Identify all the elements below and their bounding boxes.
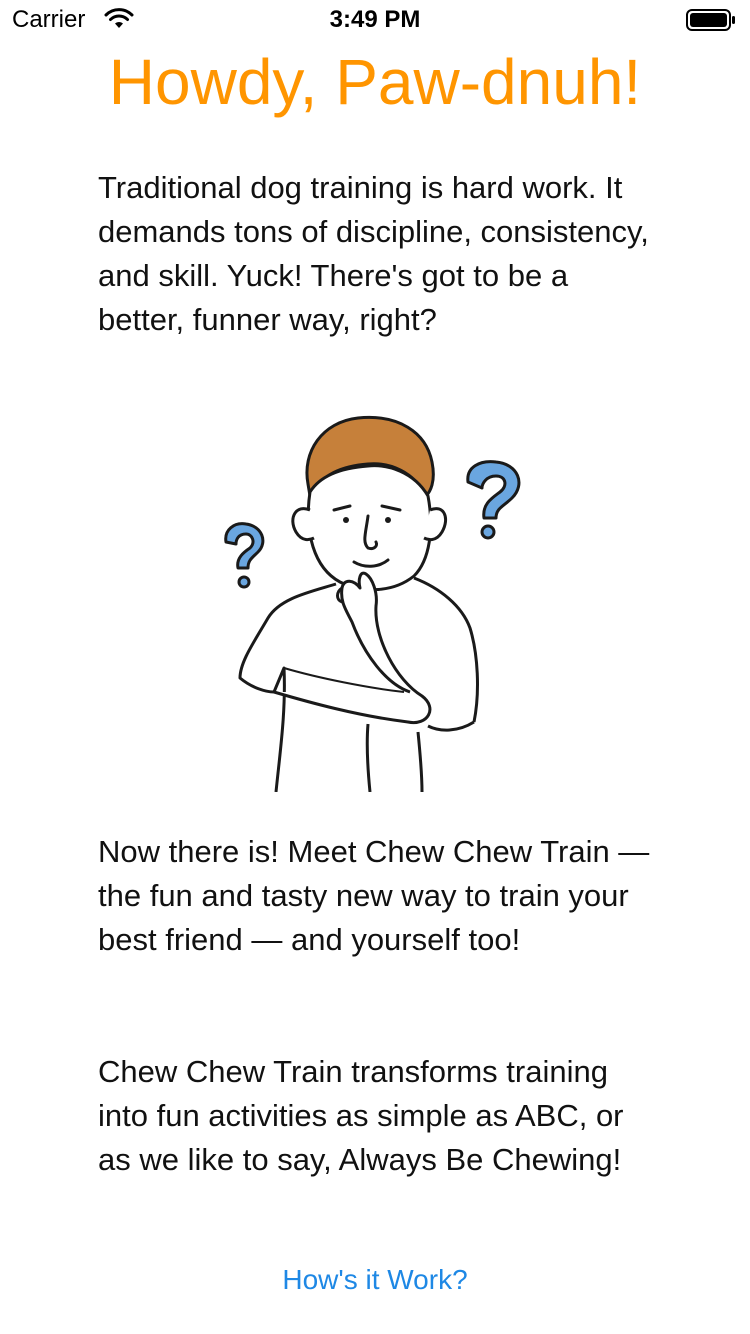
transforms-paragraph: Chew Chew Train transforms training into…: [98, 1054, 624, 1177]
screen: Carrier 3:49 PM Howdy, Paw-dnuh! Traditi…: [0, 0, 750, 1334]
hows-it-work-button[interactable]: How's it Work?: [0, 1258, 750, 1302]
meet-paragraph: Now there is! Meet Chew Chew Train — the…: [98, 834, 650, 957]
question-mark-icon: [224, 522, 265, 589]
question-mark-icon: [466, 460, 521, 540]
content-scroll-view[interactable]: Traditional dog training is hard work. I…: [98, 160, 658, 1216]
status-bar: Carrier 3:49 PM: [0, 0, 750, 40]
thinking-person-illustration: [224, 415, 521, 792]
intro-paragraph: Traditional dog training is hard work. I…: [98, 170, 649, 337]
status-time: 3:49 PM: [329, 6, 421, 33]
page-title: Howdy, Paw-dnuh!: [108, 46, 642, 118]
battery-icon: [686, 9, 735, 31]
